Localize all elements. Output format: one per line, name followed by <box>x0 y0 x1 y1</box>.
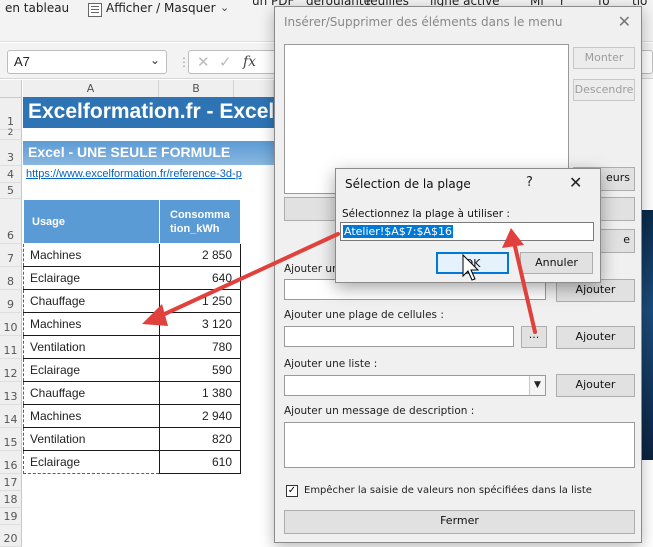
add-range-button[interactable]: Ajouter <box>556 326 635 349</box>
close-icon[interactable]: ✕ <box>618 12 631 31</box>
cell-usage[interactable]: Ventilation <box>23 427 160 451</box>
table-row: Machines 2 940 <box>23 404 241 428</box>
table-row: Ventilation 780 <box>23 335 241 359</box>
range-address-value: Atelier!$A$7:$A$16 <box>343 225 453 238</box>
description-message-textarea[interactable] <box>284 422 635 468</box>
cell-consommation[interactable]: 640 <box>159 266 241 290</box>
cell-consommation[interactable]: 590 <box>159 358 241 382</box>
column-header-b[interactable]: B <box>159 80 234 98</box>
table-row: Ventilation 820 <box>23 427 241 451</box>
dialog-title: Insérer/Supprimer des éléments dans le m… <box>284 15 563 29</box>
row-header[interactable]: 19 <box>0 508 22 525</box>
add-range-input[interactable] <box>284 326 514 347</box>
cell-consommation[interactable]: 820 <box>159 427 241 451</box>
table-row: Eclairage 610 <box>23 450 241 474</box>
label-add-list: Ajouter une liste : <box>284 358 378 370</box>
row-header[interactable]: 17 <box>0 474 22 491</box>
restrict-values-label: Empêcher la saisie de valeurs non spécif… <box>304 485 592 496</box>
cell-usage[interactable]: Chauffage <box>23 381 160 405</box>
range-dialog-title: Sélection de la plage <box>345 177 471 191</box>
table-header-consommation[interactable]: Consommation_kWh <box>159 199 241 244</box>
cell-usage[interactable]: Machines <box>23 312 160 336</box>
add-list-combobox[interactable]: ▼ <box>284 375 546 396</box>
cell-usage[interactable]: Ventilation <box>23 335 160 359</box>
confirm-check-icon[interactable]: ✓ <box>219 53 232 71</box>
cell-usage[interactable]: Machines <box>23 404 160 428</box>
chevron-down-icon[interactable]: ⌄ <box>220 1 229 14</box>
cell-usage[interactable]: Chauffage <box>23 289 160 313</box>
cell-usage[interactable]: Eclairage <box>23 450 160 474</box>
cell-usage[interactable]: Machines <box>23 243 160 267</box>
restrict-values-checkbox[interactable]: ✓ <box>286 485 298 497</box>
add-list-button[interactable]: Ajouter <box>556 374 635 397</box>
sheet-banner-title[interactable]: Excelformation.fr - Excel <box>23 97 283 128</box>
row-header[interactable]: 7 <box>0 244 22 267</box>
data-table: Usage Consommation_kWh Machines 2 850 Ecl… <box>23 199 241 474</box>
select-all-corner[interactable] <box>0 80 22 98</box>
row-header[interactable]: 11 <box>0 336 22 359</box>
cell-consommation[interactable]: 780 <box>159 335 241 359</box>
row-header[interactable]: 9 <box>0 290 22 313</box>
dropdown-arrow-icon[interactable]: ▼ <box>529 376 545 395</box>
row-header[interactable]: 14 <box>0 405 22 428</box>
ribbon-item[interactable]: Afficher / Masquer <box>106 1 216 15</box>
row-header[interactable]: 2 <box>0 128 22 140</box>
table-header-usage[interactable]: Usage <box>23 199 160 244</box>
range-selection-dialog: Sélection de la plage ? ✕ Sélectionnez l… <box>335 168 601 283</box>
row-header[interactable]: 5 <box>0 183 22 199</box>
column-header-a[interactable]: A <box>23 80 159 98</box>
name-box-value: A7 <box>14 54 30 69</box>
row-header[interactable]: 3 <box>0 140 22 166</box>
reference-link[interactable]: https://www.excelformation.fr/reference-… <box>26 168 242 180</box>
table-row: Chauffage 1 380 <box>23 381 241 405</box>
help-icon[interactable]: ? <box>526 175 533 190</box>
cell-consommation[interactable]: 1 250 <box>159 289 241 313</box>
row-header[interactable]: 1 <box>0 98 22 130</box>
cancel-button[interactable]: Annuler <box>520 252 593 274</box>
cancel-x-icon[interactable]: ✕ <box>197 53 210 71</box>
row-header[interactable]: 15 <box>0 428 22 451</box>
row-header[interactable]: 13 <box>0 382 22 405</box>
row-header[interactable]: 18 <box>0 491 22 508</box>
cell-usage[interactable]: Eclairage <box>23 266 160 290</box>
row-header[interactable]: 16 <box>0 451 22 474</box>
cell-consommation[interactable]: 2 940 <box>159 404 241 428</box>
row-header[interactable]: 12 <box>0 359 22 382</box>
fx-icon[interactable]: fx <box>243 54 256 70</box>
close-dialog-button[interactable]: Fermer <box>284 510 635 534</box>
background-image-strip <box>641 210 653 460</box>
label-add-value: Ajouter un <box>284 263 339 275</box>
range-address-input[interactable]: Atelier!$A$7:$A$16 <box>340 222 594 241</box>
row-header[interactable]: 10 <box>0 313 22 336</box>
name-box[interactable]: A7 ⌄ <box>7 50 167 74</box>
cell-consommation[interactable]: 1 380 <box>159 381 241 405</box>
column-header-c[interactable] <box>234 80 274 98</box>
label-add-message: Ajouter un message de description : <box>284 405 475 417</box>
sheet-subtitle[interactable]: Excel - UNE SEULE FORMULE <box>23 141 283 165</box>
range-prompt-label: Sélectionnez la plage à utiliser : <box>342 208 510 220</box>
cell-usage[interactable]: Eclairage <box>23 358 160 382</box>
row-header[interactable]: 20 <box>0 525 22 547</box>
row-header[interactable]: 6 <box>0 199 22 244</box>
ribbon-item[interactable]: en tableau <box>5 1 69 15</box>
label-add-range: Ajouter une plage de cellules : <box>284 309 444 321</box>
row-header[interactable]: 8 <box>0 267 22 290</box>
cell-consommation[interactable]: 3 120 <box>159 312 241 336</box>
ok-button[interactable]: OK <box>436 252 509 274</box>
table-row: Chauffage 1 250 <box>23 289 241 313</box>
show-hide-icon <box>88 3 102 17</box>
close-icon[interactable]: ✕ <box>569 173 582 192</box>
table-row: Eclairage 640 <box>23 266 241 290</box>
cell-consommation[interactable]: 2 850 <box>159 243 241 267</box>
row-header[interactable]: 4 <box>0 166 22 183</box>
table-row: Machines 3 120 <box>23 312 241 336</box>
table-row: Eclairage 590 <box>23 358 241 382</box>
move-down-button[interactable]: Descendre <box>573 79 635 101</box>
table-row: Machines 2 850 <box>23 243 241 267</box>
range-browse-button[interactable]: ... <box>521 326 547 348</box>
dropdown-arrow-icon[interactable]: ⌄ <box>150 53 160 67</box>
move-up-button[interactable]: Monter <box>573 47 635 69</box>
cell-consommation[interactable]: 610 <box>159 450 241 474</box>
